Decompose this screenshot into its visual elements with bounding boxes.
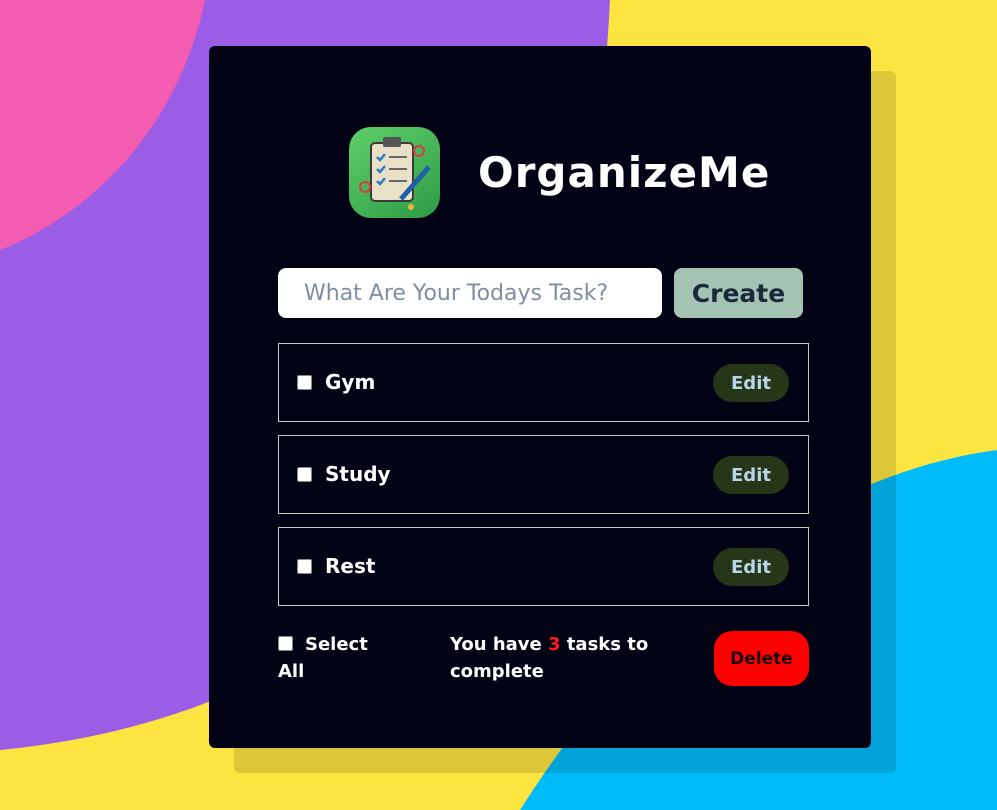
edit-button[interactable]: Edit <box>713 364 789 402</box>
edit-button[interactable]: Edit <box>713 456 789 494</box>
create-button[interactable]: Create <box>674 268 803 318</box>
task-checkbox[interactable] <box>297 375 312 390</box>
task-checkbox[interactable] <box>297 559 312 574</box>
app-header: OrganizeMe <box>349 127 770 218</box>
task-label: Gym <box>325 370 376 394</box>
edit-button[interactable]: Edit <box>713 548 789 586</box>
clipboard-checklist-icon <box>349 127 440 218</box>
summary-prefix: You have <box>450 634 542 655</box>
task-list: Gym Edit Study Edit Rest Edit <box>278 343 809 619</box>
task-summary: You have 3 tasks to complete <box>450 631 660 685</box>
task-label: Rest <box>325 554 376 578</box>
app-title: OrganizeMe <box>478 148 771 197</box>
task-label: Study <box>325 462 391 486</box>
task-input[interactable] <box>278 268 662 318</box>
list-item: Rest Edit <box>278 527 809 606</box>
delete-button[interactable]: Delete <box>714 631 809 686</box>
list-item: Gym Edit <box>278 343 809 422</box>
list-item: Study Edit <box>278 435 809 514</box>
select-all: Select All <box>278 631 388 685</box>
task-input-row: Create <box>278 268 803 318</box>
task-count: 3 <box>548 634 561 655</box>
select-all-checkbox[interactable] <box>278 636 293 651</box>
task-checkbox[interactable] <box>297 467 312 482</box>
todo-card: OrganizeMe Create Gym Edit Study Edit Re… <box>209 46 871 748</box>
